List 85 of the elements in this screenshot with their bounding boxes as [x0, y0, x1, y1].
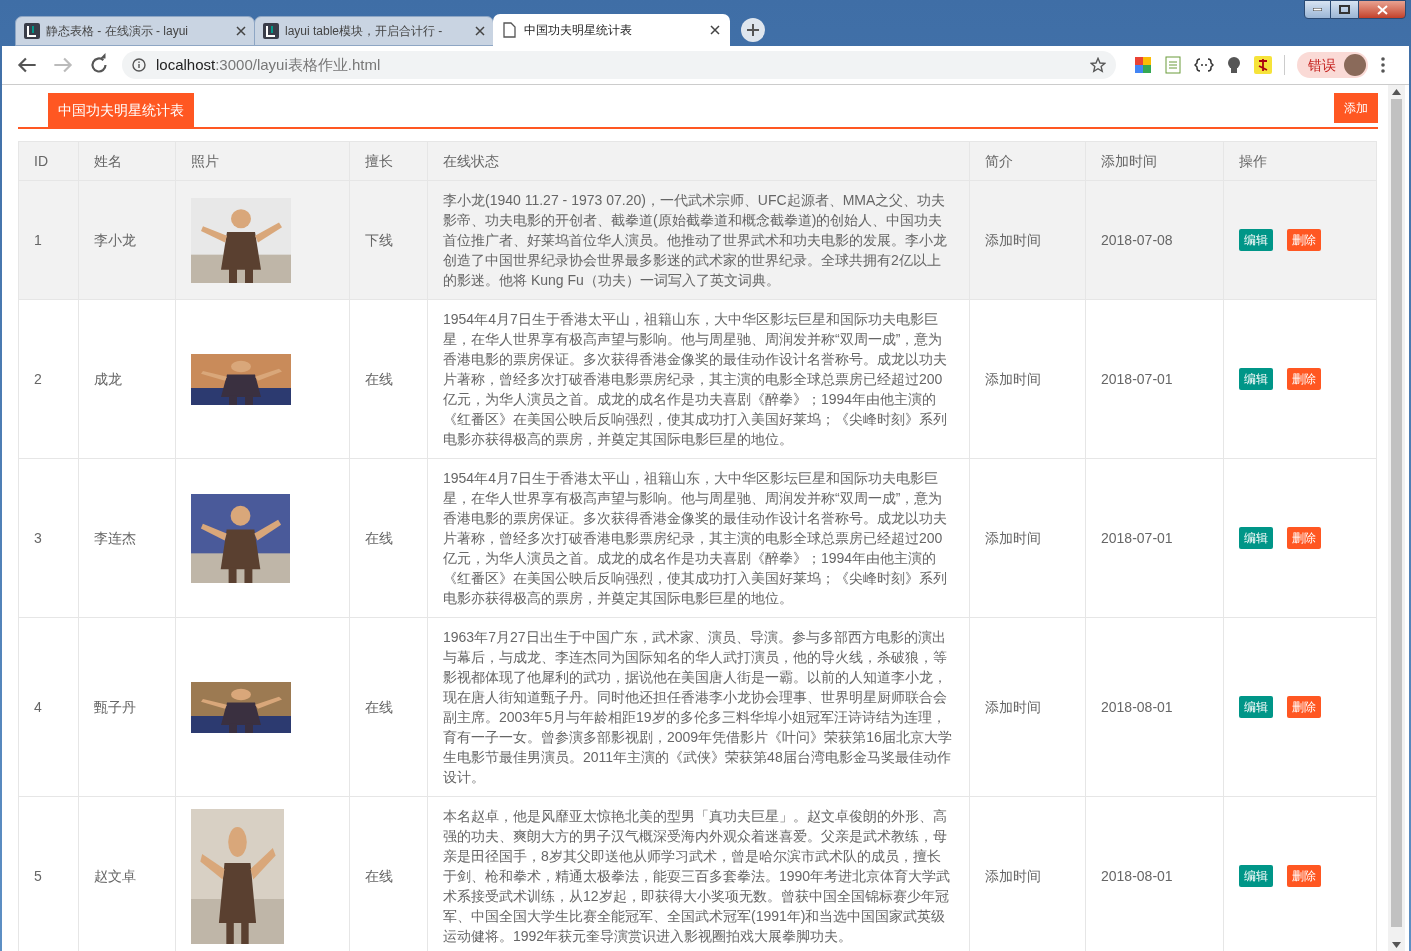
delete-button[interactable]: 删除: [1287, 368, 1321, 390]
table-cell: 下线: [349, 180, 428, 300]
table-row[interactable]: [18, 299, 1377, 459]
bulb-icon[interactable]: [1226, 56, 1242, 74]
table-cell: 甄子丹: [78, 617, 176, 797]
table-cell: 5: [18, 796, 79, 951]
table-cell: 在线: [349, 458, 428, 618]
table-cell: 2018-07-08: [1085, 180, 1224, 300]
table-cell: 2018-08-01: [1085, 617, 1224, 797]
table-cell: 3: [18, 458, 79, 618]
table-cell: 2018-07-01: [1085, 458, 1224, 618]
close-icon[interactable]: [710, 25, 720, 35]
maximize-icon: [1339, 5, 1350, 14]
tab-title: 静态表格 - 在线演示 - layui: [46, 23, 189, 40]
tab-title: layui table模块，开启合计行 -: [285, 23, 444, 40]
table-cell: 4: [18, 617, 79, 797]
delete-button[interactable]: 删除: [1287, 229, 1321, 251]
table-row[interactable]: [18, 180, 1377, 300]
profile-label: 错误: [1308, 55, 1336, 75]
coupon-extension-icon[interactable]: [1254, 56, 1272, 74]
column-header: 操作: [1223, 141, 1377, 181]
delete-button[interactable]: 删除: [1287, 696, 1321, 718]
table-cell: 添加时间: [969, 458, 1086, 618]
table-row[interactable]: [18, 617, 1377, 797]
edit-button[interactable]: 编辑: [1239, 865, 1273, 887]
maximize-button[interactable]: [1331, 0, 1358, 19]
table-row[interactable]: [18, 796, 1377, 951]
title-tab[interactable]: 中国功夫明星统计表: [48, 93, 194, 127]
minimize-icon: [1313, 8, 1322, 11]
close-icon: [1376, 4, 1388, 15]
table-cell: 在线: [349, 617, 428, 797]
column-header: 姓名: [78, 141, 176, 181]
browser-tab[interactable]: 静态表格 - 在线演示 - layui: [15, 16, 255, 46]
info-icon[interactable]: [132, 58, 146, 72]
table-cell: 1954年4月7日生于香港太平山，祖籍山东，大中华区影坛巨星和国际功夫电影巨星，在华人世界享有极高声望与影响。他与周星驰、周润发并称“双周一成”，意为香港电影的票房保证。多次获得香港金像奖的最佳动作设计名誉称号。成龙以功夫片著称，曾经多次打破香港电影票房纪录，其主演的电影全球总票房已经超过200亿元，为华人演员之首。成龙的成名作是功夫喜剧《醉拳》；1994年由他主演的《红番区》在美国公映后反响强烈，使其成功打入美国好莱坞；《尖峰时刻》系列电影亦获得极高的票房，并奠定其国际电影巨星的地位。: [427, 458, 970, 618]
table-cell: 成龙: [78, 299, 176, 459]
column-header: 添加时间: [1085, 141, 1224, 181]
table-cell: 添加时间: [969, 299, 1086, 459]
url-text: localhost:3000/layui表格作业.html: [156, 54, 381, 75]
browser-tab[interactable]: 中国功夫明星统计表: [493, 14, 730, 46]
edit-button[interactable]: 编辑: [1239, 229, 1273, 251]
tab-title: 中国功夫明星统计表: [524, 22, 633, 39]
close-icon[interactable]: [236, 26, 246, 36]
avatar-icon: [1344, 54, 1366, 76]
table-cell: 1: [18, 180, 79, 300]
new-tab-icon[interactable]: [740, 17, 766, 43]
menu-icon[interactable]: [1380, 56, 1386, 74]
column-header: ID: [18, 141, 79, 181]
address-bar[interactable]: localhost:3000/layui表格作业.html: [122, 51, 1116, 79]
profile-button[interactable]: 错误: [1297, 52, 1368, 78]
bookmark-star-icon[interactable]: [1090, 57, 1106, 73]
layui-logo-icon: [24, 23, 40, 39]
scroll-down-icon[interactable]: [1392, 942, 1401, 948]
column-header: 简介: [969, 141, 1086, 181]
extension-icon[interactable]: [1134, 56, 1152, 74]
table-cell: 2: [18, 299, 79, 459]
json-extension-icon[interactable]: [1194, 56, 1214, 74]
scrollbar[interactable]: [1388, 85, 1405, 951]
table-cell: 添加时间: [969, 180, 1086, 300]
add-button[interactable]: 添加: [1334, 93, 1378, 123]
table-row[interactable]: [18, 458, 1377, 618]
scroll-up-icon[interactable]: [1392, 89, 1401, 95]
table-cell: 添加时间: [969, 617, 1086, 797]
delete-button[interactable]: 删除: [1287, 865, 1321, 887]
table-cell: 2018-07-01: [1085, 299, 1224, 459]
close-icon[interactable]: [475, 26, 485, 36]
column-header: 擅长: [349, 141, 428, 181]
column-header: 在线状态: [427, 141, 970, 181]
table-cell: 李连杰: [78, 458, 176, 618]
minimize-button[interactable]: [1304, 0, 1331, 19]
table-cell: 在线: [349, 299, 428, 459]
browser-tab[interactable]: layui table模块，开启合计行 -: [254, 16, 494, 46]
delete-button[interactable]: 删除: [1287, 527, 1321, 549]
edit-button[interactable]: 编辑: [1239, 696, 1273, 718]
edit-button[interactable]: 编辑: [1239, 527, 1273, 549]
layui-logo-icon: [263, 23, 279, 39]
close-button[interactable]: [1358, 0, 1406, 19]
table-cell: 1963年7月27日出生于中国广东，武术家、演员、导演。参与多部西方电影的演出与幕后，与成龙、李连杰同为国际知名的华人武打演员，他的导火线，杀破狼，等影视都体现了他犀利的武功，据说他在美国唐人街是一霸。以前的人知道李小龙，现在唐人街知道甄子丹。同时他还担任香港李小龙协会理事、世界明星厨师联合会副主席。2003年5月与年龄相距19岁的多伦多三料华埠小姐冠军汪诗诗结为连理，育有一子一女。曾参演多部影视剧，2009年凭借影片《叶问》荣获第16届北京大学生电影节最佳男演员。2011年主演的《武侠》荣获第48届台湾电影金马奖最佳动作设计。: [427, 617, 970, 797]
edit-button[interactable]: 编辑: [1239, 368, 1273, 390]
table-cell: 李小龙(1940 11.27 - 1973 07.20)，一代武术宗师、UFC起源者、MMA之父、功夫影帝、功夫电影的开创者、截拳道(原始截拳道和概念截拳道)的创始人、中国功夫首位推广者、好莱坞首位华人演员。他推动了世界武术和功夫电影的发展。李小龙创造了中国世界纪录协会世界最多影迷的武术家的世界纪录。全球共拥有2亿以上的影迷。他将 Kung Fu（功夫）一词写入了英文词典。: [427, 180, 970, 300]
table-cell: 1954年4月7日生于香港太平山，祖籍山东，大中华区影坛巨星和国际功夫电影巨星，在华人世界享有极高声望与影响。他与周星驰、周润发并称“双周一成”，意为香港电影的票房保证。多次获得香港金像奖的最佳动作设计名誉称号。成龙以功夫片著称，曾经多次打破香港电影票房纪录，其主演的电影全球总票房已经超过200亿元，为华人演员之首。成龙的成名作是功夫喜剧《醉拳》；1994年由他主演的《红番区》在美国公映后反响强烈，使其成功打入美国好莱坞；《尖峰时刻》系列电影亦获得极高的票房，并奠定其国际电影巨星的地位。: [427, 299, 970, 459]
document-icon: [503, 22, 516, 38]
table-cell: 李小龙: [78, 180, 176, 300]
column-header: 照片: [175, 141, 350, 181]
scrollbar-thumb[interactable]: [1391, 99, 1402, 927]
